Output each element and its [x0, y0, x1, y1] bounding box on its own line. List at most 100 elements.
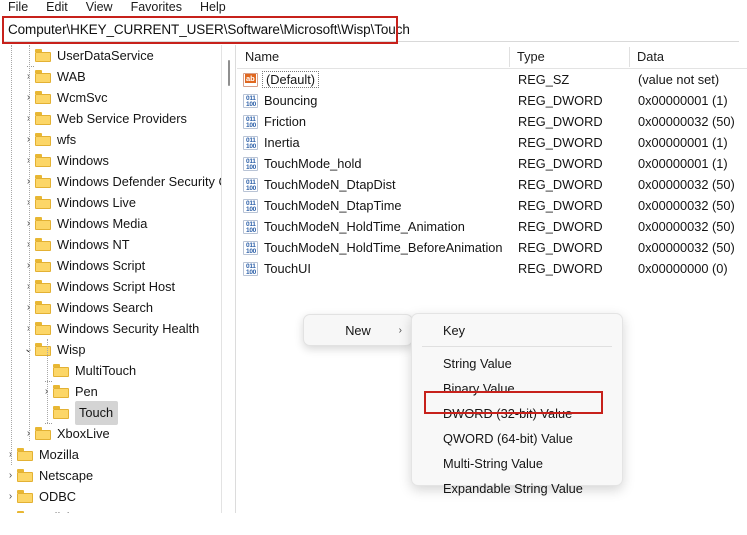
table-row[interactable]: 011 100 TouchModeN_DtapTime REG_DWORD 0x0000… [237, 195, 747, 216]
dword-value-icon: 011 100 [243, 261, 258, 276]
tree-item-windows-defender-security-c[interactable]: › Windows Defender Security C [0, 171, 221, 192]
tree-item-pen[interactable]: › Pen [0, 381, 221, 402]
folder-icon [35, 343, 52, 356]
submenu-item-multi-string-value[interactable]: Multi-String Value [412, 451, 622, 476]
tree-item-windows-script[interactable]: › Windows Script [0, 255, 221, 276]
table-row[interactable]: 011 100 TouchModeN_DtapDist REG_DWORD 0x0000… [237, 174, 747, 195]
tree-item-wfs[interactable]: › wfs [0, 129, 221, 150]
folder-icon [53, 385, 70, 398]
folder-icon [35, 259, 52, 272]
tree-item-wab[interactable]: › WAB [0, 66, 221, 87]
table-row[interactable]: 011 100 Friction REG_DWORD 0x00000032 (50) [237, 111, 747, 132]
menu-item-edit[interactable]: Edit [44, 0, 76, 15]
value-data-cell: 0x00000032 (50) [638, 177, 735, 192]
tree-item-windows[interactable]: › Windows [0, 150, 221, 171]
table-row[interactable]: 011 100 TouchModeN_HoldTime_BeforeAnimatio… [237, 237, 747, 258]
folder-icon [53, 364, 70, 377]
folder-icon [17, 490, 34, 503]
table-row[interactable]: ab (Default) REG_SZ (value not set) [237, 69, 747, 90]
context-menu-new[interactable]: New › [303, 314, 413, 346]
tree-item-wisp[interactable]: ⌄ Wisp [0, 339, 221, 360]
column-header-name[interactable]: Name [237, 45, 509, 69]
window-bottom-filler [0, 513, 747, 535]
table-row[interactable]: 011 100 TouchUI REG_DWORD 0x00000000 (0) [237, 258, 747, 279]
menu-item-help[interactable]: Help [198, 0, 234, 15]
submenu-item-dword-32-bit-value[interactable]: DWORD (32-bit) Value [412, 401, 622, 426]
tree-item-label: Netscape [39, 468, 94, 483]
table-row[interactable]: 011 100 Inertia REG_DWORD 0x00000001 (1) [237, 132, 747, 153]
value-name-cell: 011 100 TouchUI [237, 261, 509, 276]
tree-item-userdataservice[interactable]: UserDataService [0, 45, 221, 67]
value-data-cell: 0x00000032 (50) [638, 219, 735, 234]
tree-guide-line [11, 45, 12, 465]
address-bar-container: Computer\HKEY_CURRENT_USER\Software\Micr… [0, 16, 747, 44]
tree-item-windows-live[interactable]: › Windows Live [0, 192, 221, 213]
submenu-item-key[interactable]: Key [412, 318, 622, 343]
folder-icon [17, 448, 34, 461]
table-row[interactable]: 011 100 Bouncing REG_DWORD 0x00000001 (1) [237, 90, 747, 111]
tree-item-label: XboxLive [57, 426, 110, 441]
folder-icon [35, 91, 52, 104]
value-type-cell: REG_DWORD [518, 135, 603, 150]
registry-values-list: ab (Default) REG_SZ (value not set) 011 100 Bo… [237, 69, 747, 279]
value-type-cell: REG_DWORD [518, 177, 603, 192]
value-name-cell: 011 100 TouchModeN_DtapDist [237, 177, 509, 192]
tree-item-windows-nt[interactable]: › Windows NT [0, 234, 221, 255]
table-row[interactable]: 011 100 TouchModeN_HoldTime_Animation REG_D… [237, 216, 747, 237]
submenu-item-string-value[interactable]: String Value [412, 351, 622, 376]
pane-splitter[interactable] [222, 45, 236, 513]
folder-icon [35, 196, 52, 209]
tree-item-label: Web Service Providers [57, 111, 187, 126]
tree-item-odbc[interactable]: › ODBC [0, 486, 221, 507]
value-type-cell: REG_DWORD [518, 198, 603, 213]
value-name-cell: 011 100 Inertia [237, 135, 509, 150]
value-name-cell: 011 100 TouchMode_hold [237, 156, 509, 171]
tree-item-xboxlive[interactable]: › XboxLive [0, 423, 221, 444]
folder-icon [35, 322, 52, 335]
value-data-cell: 0x00000001 (1) [638, 156, 728, 171]
context-menu-item-new[interactable]: New › [304, 315, 412, 345]
value-data-cell: 0x00000032 (50) [638, 198, 735, 213]
tree-item-label: UserDataService [57, 48, 154, 63]
tree-item-windows-media[interactable]: › Windows Media [0, 213, 221, 234]
tree-item-label: Windows NT [57, 237, 130, 252]
dword-value-icon: 011 100 [243, 114, 258, 129]
chevron-right-icon[interactable]: › [4, 465, 17, 486]
tree-item-mozilla[interactable]: › Mozilla [0, 444, 221, 465]
tree-item-multitouch[interactable]: MultiTouch [0, 360, 221, 382]
folder-icon [35, 70, 52, 83]
menu-item-view[interactable]: View [84, 0, 121, 15]
registry-path-text: Computer\HKEY_CURRENT_USER\Software\Micr… [8, 22, 410, 37]
submenu-item-binary-value[interactable]: Binary Value [412, 376, 622, 401]
value-name-label: (Default) [262, 71, 320, 88]
table-row[interactable]: 011 100 TouchMode_hold REG_DWORD 0x00000001 … [237, 153, 747, 174]
tree-item-wcmsvc[interactable]: › WcmSvc [0, 87, 221, 108]
tree-item-windows-security-health[interactable]: › Windows Security Health [0, 318, 221, 339]
column-header-data[interactable]: Data [629, 45, 747, 69]
value-type-cell: REG_DWORD [518, 261, 603, 276]
tree-item-label: Mozilla [39, 447, 79, 462]
splitter-grip[interactable] [228, 60, 230, 86]
value-data-cell: 0x00000032 (50) [638, 240, 735, 255]
value-name-cell: 011 100 Bouncing [237, 93, 509, 108]
dword-value-icon: 011 100 [243, 93, 258, 108]
tree-item-windows-search[interactable]: › Windows Search [0, 297, 221, 318]
value-name-cell: 011 100 Friction [237, 114, 509, 129]
menu-item-file[interactable]: File [6, 0, 36, 15]
tree-item-web-service-providers[interactable]: › Web Service Providers [0, 108, 221, 129]
tree-item-windows-script-host[interactable]: › Windows Script Host [0, 276, 221, 297]
address-bar[interactable]: Computer\HKEY_CURRENT_USER\Software\Micr… [4, 18, 739, 42]
tree-item-netscape[interactable]: › Netscape [0, 465, 221, 486]
chevron-right-icon[interactable]: › [4, 486, 17, 507]
tree-item-touch[interactable]: Touch [0, 400, 221, 425]
value-name-label: Friction [264, 114, 306, 129]
registry-tree-pane[interactable]: UserDataService › WAB › WcmSvc › Web Service P… [0, 45, 222, 513]
value-name-label: TouchModeN_DtapDist [264, 177, 396, 192]
tree-item-label: Windows Security Health [57, 321, 200, 336]
list-column-headers: Name Type Data [237, 45, 747, 69]
submenu-item-expandable-string-value[interactable]: Expandable String Value [412, 476, 622, 501]
context-submenu-new[interactable]: Key String Value Binary Value DWORD (32-bit… [411, 313, 623, 496]
menu-item-favorites[interactable]: Favorites [129, 0, 190, 15]
submenu-item-qword-64-bit-value[interactable]: QWORD (64-bit) Value [412, 426, 622, 451]
column-header-type[interactable]: Type [509, 45, 629, 69]
